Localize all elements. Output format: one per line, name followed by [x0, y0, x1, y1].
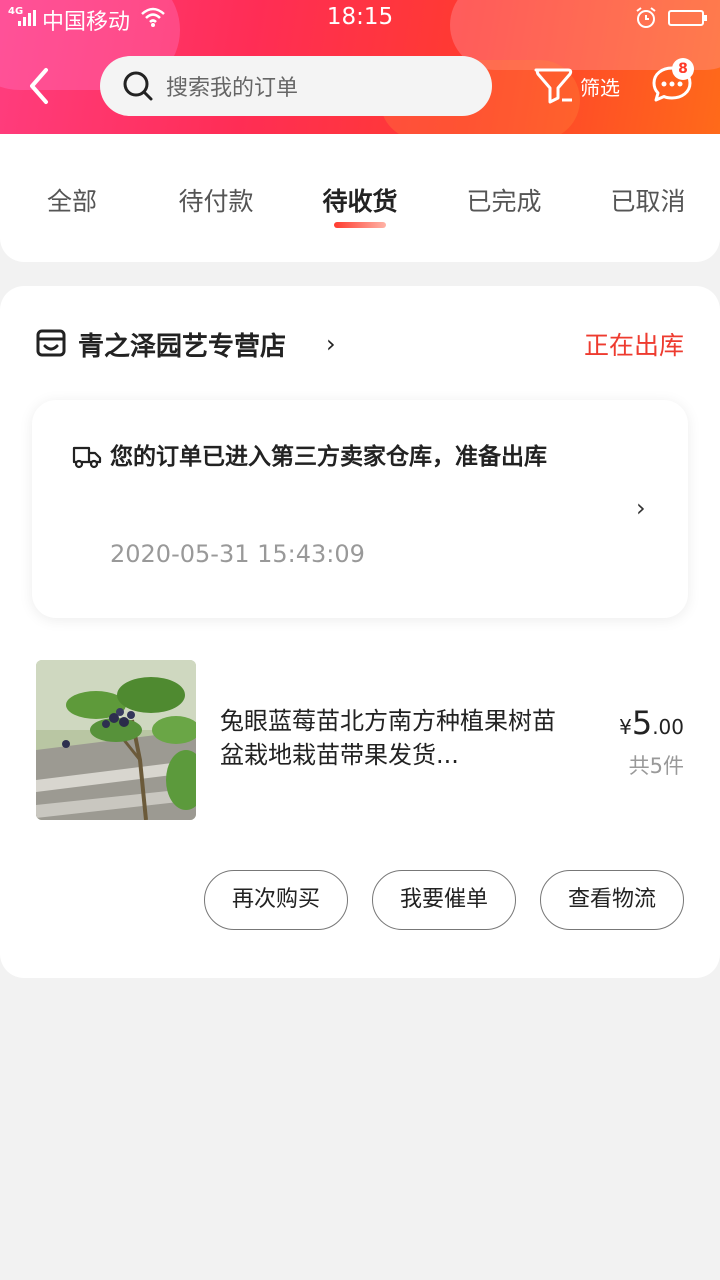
logistics-message: 您的订单已进入第三方卖家仓库，准备出库	[110, 444, 547, 470]
message-badge: 8	[672, 58, 694, 80]
chevron-right-icon[interactable]: ›	[636, 494, 646, 522]
product-title[interactable]: 兔眼蓝莓苗北方南方种植果树苗盆栽地栽苗带果发货...	[220, 704, 570, 772]
shop-name[interactable]: 青之泽园艺专营店	[78, 326, 286, 363]
filter-button[interactable]: 筛选	[532, 62, 632, 112]
clock: 18:15	[326, 4, 394, 30]
active-tab-indicator	[334, 222, 386, 228]
search-placeholder: 搜索我的订单	[166, 76, 299, 101]
price-decimal: .00	[652, 715, 684, 739]
shop-icon	[36, 328, 66, 362]
product-image[interactable]	[36, 660, 196, 820]
filter-icon	[532, 64, 576, 112]
view-logistics-button[interactable]: 查看物流	[540, 870, 684, 930]
buy-again-button[interactable]: 再次购买	[204, 870, 348, 930]
back-arrow-icon	[30, 68, 48, 104]
chevron-right-icon[interactable]: ›	[326, 330, 336, 358]
tab-pending-payment[interactable]: 待付款	[156, 182, 276, 218]
tab-cancelled[interactable]: 已取消	[588, 182, 708, 218]
urge-order-button[interactable]: 我要催单	[372, 870, 516, 930]
tab-all[interactable]: 全部	[12, 182, 132, 218]
order-status: 正在出库	[583, 331, 684, 360]
tab-completed[interactable]: 已完成	[444, 182, 564, 218]
back-button[interactable]	[20, 62, 60, 110]
logistics-time: 2020-05-31 15:43:09	[110, 540, 365, 568]
truck-icon	[72, 444, 102, 474]
product-price: ¥5.00	[580, 704, 684, 742]
search-icon	[122, 70, 154, 106]
search-input[interactable]: 搜索我的订单	[100, 56, 492, 116]
product-quantity: 共5件	[628, 754, 684, 778]
alarm-icon	[634, 6, 658, 36]
price-currency: ¥	[619, 715, 632, 739]
filter-label: 筛选	[580, 76, 620, 100]
price-integer: 5	[631, 704, 653, 742]
status-bar: 4G 中国移动 18:15	[0, 0, 720, 38]
battery-icon	[668, 10, 707, 26]
logistics-card[interactable]	[32, 400, 688, 618]
order-tabs: 全部 待付款 待收货 已完成 已取消	[0, 134, 720, 262]
tab-pending-receipt[interactable]: 待收货	[300, 182, 420, 218]
